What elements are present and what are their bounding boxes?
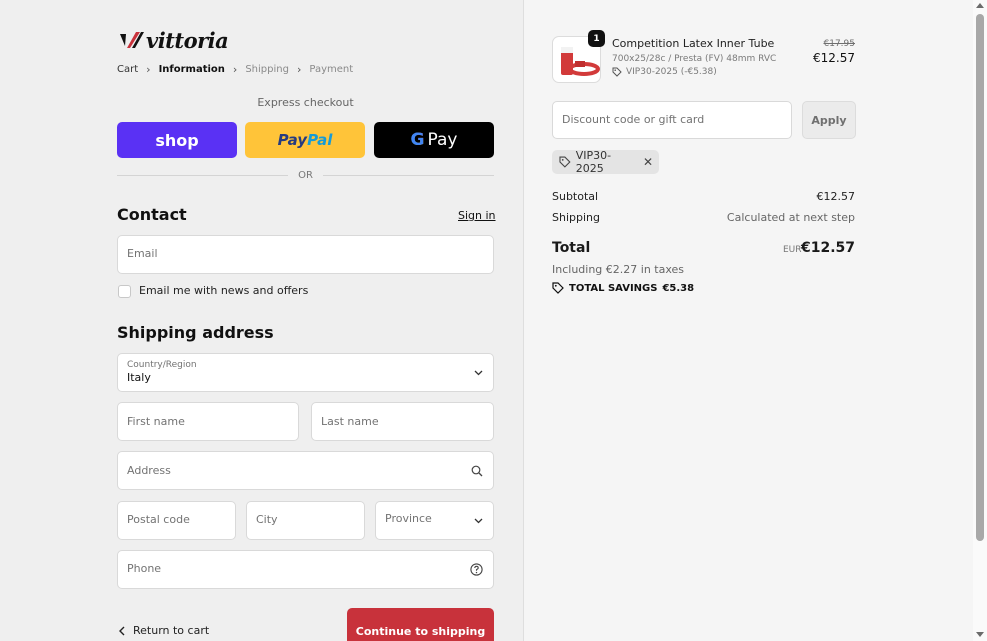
product-variant: 700x25/28c / Presta (FV) 48mm RVC (612, 54, 777, 64)
city-field[interactable]: City (246, 501, 365, 540)
brand-logo[interactable]: vittoria (118, 28, 229, 53)
country-label: Country/Region (127, 360, 197, 370)
total-currency: EUR (783, 245, 802, 255)
tag-icon (559, 156, 571, 168)
brand-name: vittoria (146, 28, 229, 53)
google-g-icon: G (410, 130, 425, 150)
discount-code-input[interactable]: Discount code or gift card (552, 101, 792, 139)
paypal-label-part2: Pal (307, 131, 333, 149)
divider-line (117, 175, 289, 176)
postal-code-placeholder: Postal code (127, 513, 190, 526)
total-savings: TOTAL SAVINGS €5.38 (552, 282, 694, 294)
shipping-label: Shipping (552, 211, 600, 224)
last-name-field[interactable]: Last name (311, 402, 494, 441)
scroll-up-arrow-icon[interactable] (976, 3, 984, 8)
savings-tag-icon (552, 282, 564, 294)
discounted-price: €12.57 (813, 51, 855, 65)
continue-to-shipping-button[interactable]: Continue to shipping (347, 608, 494, 641)
express-checkout-label: Express checkout (257, 96, 354, 109)
vittoria-logo-mark-icon (120, 31, 144, 48)
shop-pay-label: shop (155, 130, 199, 150)
order-summary-panel (523, 0, 973, 641)
phone-field[interactable]: Phone (117, 550, 494, 589)
divider-line (322, 175, 495, 176)
email-field[interactable]: Email (117, 235, 494, 274)
breadcrumb: Cart › Information › Shipping › Payment (117, 63, 353, 76)
applied-discount-code: VIP30-2025 (575, 149, 612, 175)
shipping-address-heading: Shipping address (117, 323, 274, 342)
sign-in-link[interactable]: Sign in (458, 209, 496, 222)
breadcrumb-shipping: Shipping (245, 64, 289, 75)
google-pay-label: Pay (427, 130, 458, 150)
newsletter-checkbox[interactable] (118, 285, 131, 298)
chevron-right-icon: › (146, 63, 151, 76)
subtotal-label: Subtotal (552, 190, 599, 203)
paypal-label-part1: Pay (277, 131, 308, 149)
province-placeholder: Province (385, 512, 432, 525)
breadcrumb-information: Information (158, 64, 225, 75)
country-value: Italy (127, 371, 151, 384)
google-pay-button[interactable]: G Pay (374, 122, 494, 158)
original-price: €17.95 (823, 39, 856, 49)
scrollbar-thumb[interactable] (976, 14, 984, 541)
return-to-cart-label: Return to cart (133, 624, 210, 637)
discount-code-placeholder: Discount code or gift card (562, 113, 705, 126)
or-divider: OR (117, 170, 495, 181)
chevron-right-icon: › (232, 63, 238, 76)
chevron-down-icon (474, 370, 483, 376)
chevron-left-icon (119, 626, 125, 635)
first-name-field[interactable]: First name (117, 402, 299, 441)
phone-placeholder: Phone (127, 562, 162, 575)
product-discount-label: VIP30-2025 (-€5.38) (626, 67, 717, 77)
province-select[interactable]: Province (375, 501, 494, 540)
subtotal-value: €12.57 (816, 190, 856, 203)
taxes-info: Including €2.27 in taxes (552, 263, 685, 276)
help-circle-icon[interactable] (470, 563, 483, 576)
tag-icon (612, 67, 622, 77)
last-name-placeholder: Last name (321, 415, 379, 428)
address-field[interactable]: Address (117, 451, 494, 490)
page-scrollbar[interactable] (973, 0, 987, 641)
apply-label: Apply (811, 113, 847, 127)
savings-label: TOTAL SAVINGS (569, 282, 658, 294)
newsletter-label: Email me with news and offers (139, 284, 309, 297)
or-label: OR (298, 170, 313, 181)
country-select[interactable]: Country/Region Italy (117, 353, 494, 392)
paypal-button[interactable]: Pay Pal (245, 122, 365, 158)
search-icon (471, 465, 483, 477)
apply-discount-button[interactable]: Apply (802, 101, 856, 139)
shop-pay-button[interactable]: shop (117, 122, 237, 158)
total-label: Total (552, 240, 591, 256)
shipping-value: Calculated at next step (726, 211, 855, 224)
breadcrumb-payment: Payment (309, 64, 354, 75)
scroll-down-arrow-icon[interactable] (976, 632, 984, 637)
postal-code-field[interactable]: Postal code (117, 501, 236, 540)
email-placeholder: Email (127, 247, 158, 260)
first-name-placeholder: First name (127, 415, 185, 428)
quantity-badge: 1 (588, 30, 605, 47)
chevron-down-icon (474, 518, 483, 524)
product-discount: VIP30-2025 (-€5.38) (612, 67, 717, 77)
contact-heading: Contact (117, 205, 187, 224)
product-name: Competition Latex Inner Tube (612, 37, 775, 50)
city-placeholder: City (256, 513, 278, 526)
applied-discount-tag: VIP30-2025 ✕ (552, 149, 659, 175)
remove-discount-icon[interactable]: ✕ (643, 155, 653, 169)
savings-value: €5.38 (662, 282, 695, 294)
return-to-cart-link[interactable]: Return to cart (118, 624, 209, 637)
address-placeholder: Address (127, 464, 171, 477)
breadcrumb-cart[interactable]: Cart (117, 64, 138, 75)
chevron-right-icon: › (296, 63, 302, 76)
continue-label: Continue to shipping (355, 625, 486, 638)
total-amount: €12.57 (800, 240, 855, 256)
